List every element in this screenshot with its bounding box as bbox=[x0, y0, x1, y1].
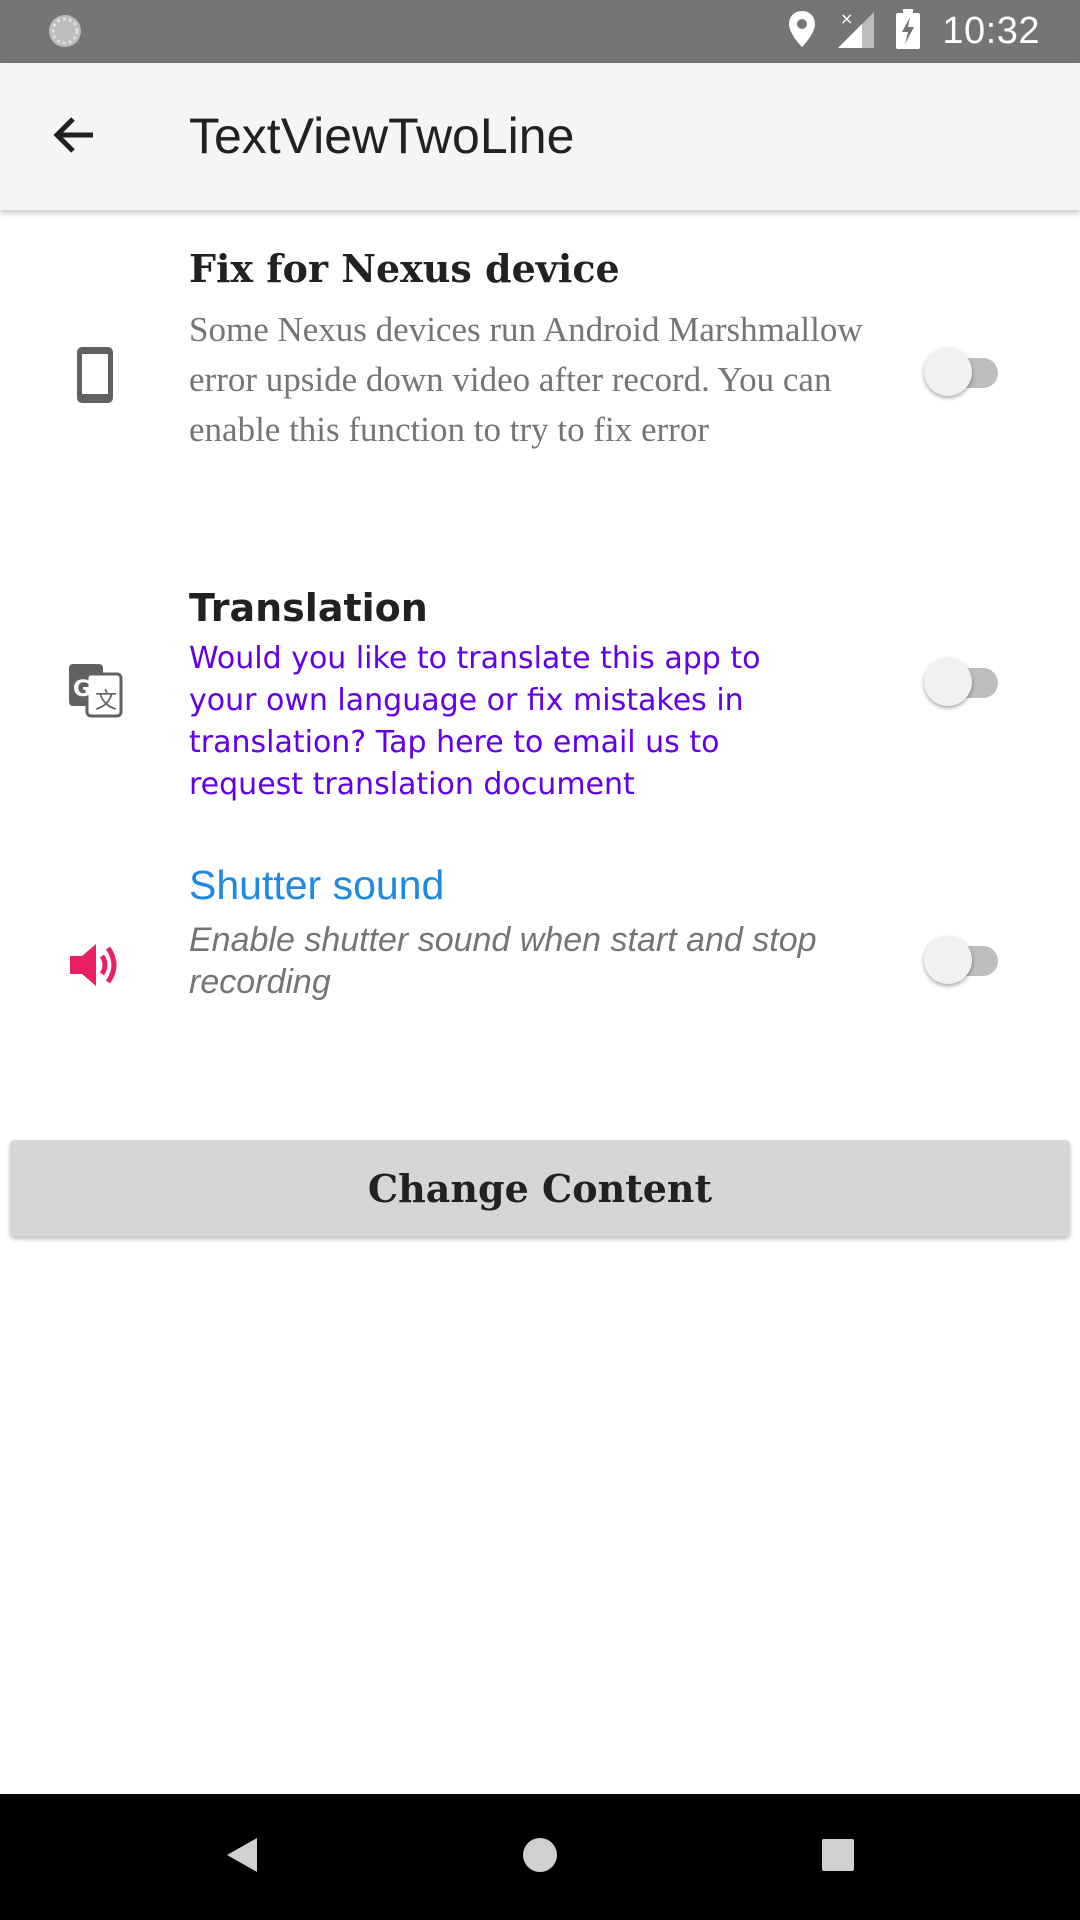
toggle-thumb bbox=[924, 658, 972, 706]
translate-icon: G 文 bbox=[60, 655, 130, 725]
volume-icon bbox=[60, 930, 130, 1000]
home-circle-icon bbox=[521, 1836, 559, 1879]
back-triangle-icon bbox=[225, 1836, 259, 1879]
setting-text: Translation Would you like to translate … bbox=[189, 586, 829, 806]
toggle-thumb bbox=[924, 936, 972, 984]
location-icon bbox=[788, 10, 816, 53]
setting-title: Fix for Nexus device bbox=[189, 246, 620, 291]
setting-description: Some Nexus devices run Android Marshmall… bbox=[189, 310, 863, 449]
change-content-button[interactable]: Change Content bbox=[10, 1140, 1070, 1236]
loading-icon bbox=[47, 13, 83, 49]
setting-text: Fix for Nexus device Some Nexus devices … bbox=[189, 246, 889, 455]
svg-text:文: 文 bbox=[95, 689, 117, 714]
back-button[interactable] bbox=[30, 99, 116, 175]
arrow-back-icon bbox=[51, 115, 95, 160]
setting-description: Would you like to translate this app to … bbox=[189, 641, 761, 802]
battery-charging-icon bbox=[896, 9, 921, 54]
setting-row-nexus-fix[interactable]: Fix for Nexus device Some Nexus devices … bbox=[0, 210, 1080, 540]
setting-row-shutter-sound[interactable]: Shutter sound Enable shutter sound when … bbox=[0, 840, 1080, 1050]
nav-home-button[interactable] bbox=[510, 1827, 570, 1887]
setting-description: Enable shutter sound when start and stop… bbox=[189, 921, 817, 1001]
nexus-fix-toggle[interactable] bbox=[922, 344, 1010, 400]
nav-back-button[interactable] bbox=[212, 1827, 272, 1887]
navigation-bar bbox=[0, 1794, 1080, 1920]
toggle-thumb bbox=[924, 348, 972, 396]
no-signal-icon: × bbox=[838, 9, 875, 53]
page-title: TextViewTwoLine bbox=[189, 108, 575, 164]
nav-recents-button[interactable] bbox=[808, 1827, 868, 1887]
status-time: 10:32 bbox=[942, 10, 1040, 52]
status-bar: × 10:32 bbox=[0, 0, 1080, 63]
setting-title: Shutter sound bbox=[189, 862, 445, 908]
svg-text:×: × bbox=[840, 10, 853, 28]
recents-square-icon bbox=[821, 1838, 855, 1877]
setting-text: Shutter sound Enable shutter sound when … bbox=[189, 862, 869, 1003]
setting-title: Translation bbox=[189, 586, 428, 630]
translation-toggle[interactable] bbox=[922, 654, 1010, 710]
status-icons: × 10:32 bbox=[788, 0, 1040, 63]
svg-text:G: G bbox=[73, 677, 91, 702]
app-bar: TextViewTwoLine bbox=[0, 63, 1080, 210]
setting-row-translation[interactable]: G 文 Translation Would you like to transl… bbox=[0, 560, 1080, 820]
shutter-sound-toggle[interactable] bbox=[922, 932, 1010, 988]
phone-icon bbox=[60, 340, 130, 410]
